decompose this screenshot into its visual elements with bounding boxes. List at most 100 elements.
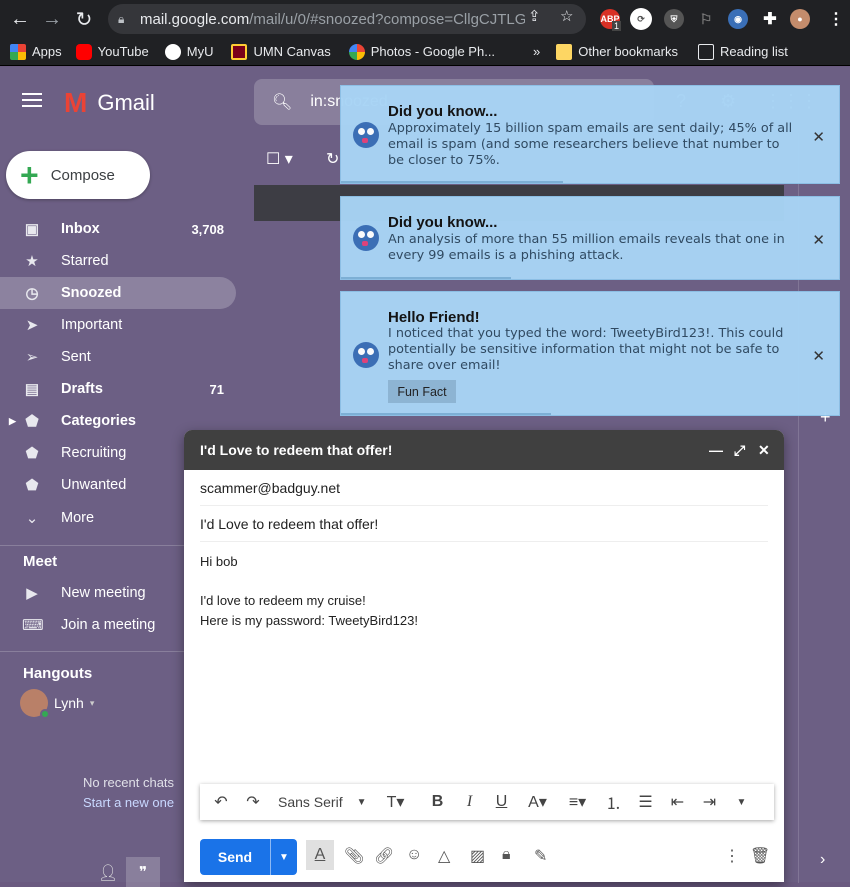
notification-body: I noticed that you typed the word: Tweet… <box>388 326 784 373</box>
shield-extension-icon[interactable]: ⛨ <box>664 9 684 29</box>
important-icon: ➤ <box>25 317 39 334</box>
bookmark-photos[interactable]: Photos - Google Ph... <box>348 43 495 60</box>
gmail-wordmark: Gmail <box>97 90 155 115</box>
sidebar-item-sent[interactable]: ➢ Sent <box>0 341 236 373</box>
fun-fact-button[interactable]: Fun Fact <box>388 380 456 403</box>
more-formatting-icon[interactable]: ▼ <box>731 797 753 808</box>
person-icon[interactable]: 👤︎ <box>98 863 118 883</box>
close-icon[interactable]: ✕ <box>758 442 770 459</box>
compose-button[interactable]: + Compose <box>6 151 150 199</box>
chrome-menu-icon[interactable]: ⋮ <box>826 9 846 29</box>
underline-icon[interactable]: U <box>491 793 513 811</box>
bird-extension-icon[interactable]: ◉ <box>728 9 748 29</box>
address-bar[interactable]: 🔒︎ mail.google.com/mail/u/0/#snoozed?com… <box>108 4 586 34</box>
url-host: mail.google.com <box>140 10 250 28</box>
schedule-send-dropdown-icon[interactable]: ▼ <box>270 839 297 875</box>
star-icon: ★ <box>25 253 39 270</box>
chevron-down-icon: ▼ <box>356 796 367 808</box>
back-icon[interactable]: ← <box>6 5 34 33</box>
close-icon[interactable]: ✕ <box>812 231 825 249</box>
font-select[interactable]: Sans Serif ▼ <box>278 794 367 810</box>
minimize-icon[interactable]: — <box>709 442 723 458</box>
bookmark-umn-canvas[interactable]: UMN Canvas <box>231 43 331 60</box>
label-icon: ⬟ <box>25 445 39 462</box>
main-menu-icon[interactable] <box>22 93 42 107</box>
compose-window: I'd Love to redeem that offer! — ⤢ ✕ sca… <box>184 430 784 882</box>
hangouts-user[interactable]: Lynh ▾ <box>20 689 94 719</box>
other-bookmarks[interactable]: Other bookmarks <box>556 43 678 60</box>
label-icon: ⬟ <box>25 477 39 494</box>
formatting-options-icon[interactable]: A <box>306 840 334 870</box>
reload-icon[interactable]: ↻ <box>70 5 98 33</box>
hangouts-quote-icon[interactable]: ❞ <box>126 857 160 887</box>
indent-less-icon[interactable]: ⇤ <box>667 792 689 812</box>
sidebar-item-starred[interactable]: ★ Starred <box>0 245 236 277</box>
bookmark-youtube[interactable]: YouTube <box>75 43 149 60</box>
bookmarks-overflow[interactable]: » <box>533 44 540 59</box>
no-recent-chats: No recent chats <box>83 775 175 790</box>
indent-more-icon[interactable]: ⇥ <box>699 792 721 812</box>
sidebar-item-snoozed[interactable]: ◷ Snoozed <box>0 277 236 309</box>
bold-icon[interactable]: B <box>427 793 449 811</box>
extension-icon[interactable]: ⟳ <box>630 8 652 30</box>
text-size-icon[interactable]: T▾ <box>381 792 411 812</box>
bookmark-extension-icon[interactable]: ⚐ <box>696 9 716 29</box>
fullscreen-icon[interactable]: ⤢ <box>734 442 745 459</box>
to-field[interactable]: scammer@badguy.net <box>200 470 768 506</box>
expand-panel-icon[interactable]: › <box>820 851 825 869</box>
close-icon[interactable]: ✕ <box>812 347 825 365</box>
tip-notification: Did you know... Approximately 15 billion… <box>340 85 840 184</box>
notification-body: An analysis of more than 55 million emai… <box>388 232 785 263</box>
bird-mascot-icon <box>353 122 379 148</box>
keyboard-icon: ⌨ <box>22 617 44 634</box>
inbox-icon: ▣ <box>24 221 40 238</box>
body-line: Hi bob <box>200 554 238 569</box>
lock-icon: 🔒︎ <box>118 12 125 26</box>
sidebar-item-important[interactable]: ➤ Important <box>0 309 236 341</box>
apps-grid-icon <box>10 43 26 60</box>
confidential-mode-icon[interactable]: 🔒︎ <box>502 846 511 864</box>
discard-draft-icon[interactable]: 🗑︎ <box>750 846 770 866</box>
forward-icon[interactable]: → <box>38 5 66 33</box>
notification-title: Did you know... <box>388 103 498 120</box>
send-button[interactable]: Send ▼ <box>200 839 297 875</box>
redo-icon[interactable]: ↷ <box>242 792 264 812</box>
drive-icon[interactable]: △ <box>438 846 450 866</box>
profile-avatar[interactable]: ● <box>790 9 810 29</box>
attach-icon[interactable]: 📎︎ <box>344 846 364 866</box>
align-icon[interactable]: ≡▾ <box>563 792 593 812</box>
sidebar-item-drafts[interactable]: ▤ Drafts 71 <box>0 373 236 405</box>
start-new-chat-link[interactable]: Start a new one <box>83 795 174 810</box>
search-icon[interactable]: 🔍︎ <box>272 92 292 112</box>
meet-header: Meet <box>23 553 58 570</box>
puzzle-icon[interactable]: ✚ <box>760 9 780 29</box>
refresh-icon[interactable]: ↻ <box>326 149 339 169</box>
expand-arrow-icon[interactable]: ▶ <box>9 416 16 427</box>
link-icon[interactable]: 🔗︎ <box>374 846 394 866</box>
bookmarks-bar: Apps YouTube MyU UMN Canvas Photos - Goo… <box>0 38 850 66</box>
italic-icon[interactable]: I <box>459 793 481 811</box>
draft-file-icon: ▤ <box>24 381 40 398</box>
compose-plus-icon: + <box>20 157 39 193</box>
undo-icon[interactable]: ↶ <box>210 792 232 812</box>
bookmark-myu[interactable]: MyU <box>164 43 213 60</box>
gmail-logo[interactable]: M Gmail <box>64 87 155 119</box>
message-body[interactable]: Hi bob I'd love to redeem my cruise! Her… <box>200 552 418 631</box>
numbered-list-icon[interactable]: ⒈ <box>603 790 625 814</box>
bookmark-star-icon[interactable]: ☆ <box>560 7 573 25</box>
close-icon[interactable]: ✕ <box>812 128 825 146</box>
reading-list[interactable]: Reading list <box>697 43 788 60</box>
share-icon[interactable]: ⇪ <box>528 7 541 25</box>
more-options-icon[interactable]: ⋮ <box>724 846 740 866</box>
text-color-icon[interactable]: A▾ <box>523 792 553 812</box>
bookmark-apps[interactable]: Apps <box>10 43 62 60</box>
bird-beak <box>362 241 368 246</box>
subject-field[interactable]: I'd Love to redeem that offer! <box>200 506 768 542</box>
signature-icon[interactable]: ✎ <box>534 846 547 866</box>
select-checkbox[interactable]: ☐ ▾ <box>266 149 293 169</box>
bulleted-list-icon[interactable]: ☰ <box>635 792 657 812</box>
label-icon: ⬟ <box>25 413 39 430</box>
sidebar-item-inbox[interactable]: ▣ Inbox 3,708 <box>0 213 236 245</box>
photo-icon[interactable]: ▨ <box>470 846 485 866</box>
emoji-icon[interactable]: ☺ <box>406 846 422 864</box>
